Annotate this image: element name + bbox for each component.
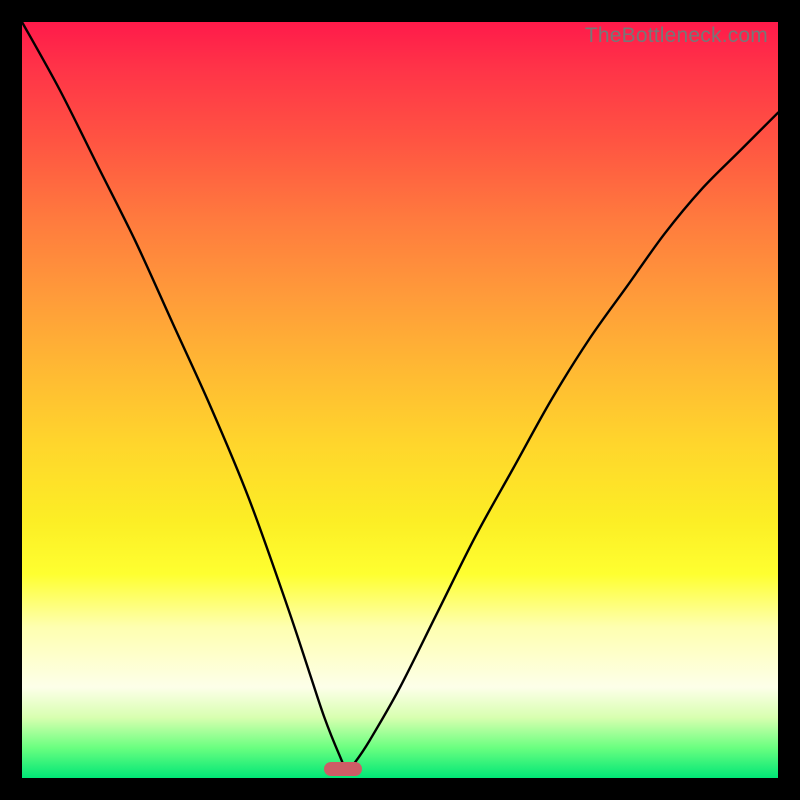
optimal-marker (324, 762, 362, 776)
plot-area: TheBottleneck.com (22, 22, 778, 778)
bottleneck-curve (22, 22, 778, 778)
